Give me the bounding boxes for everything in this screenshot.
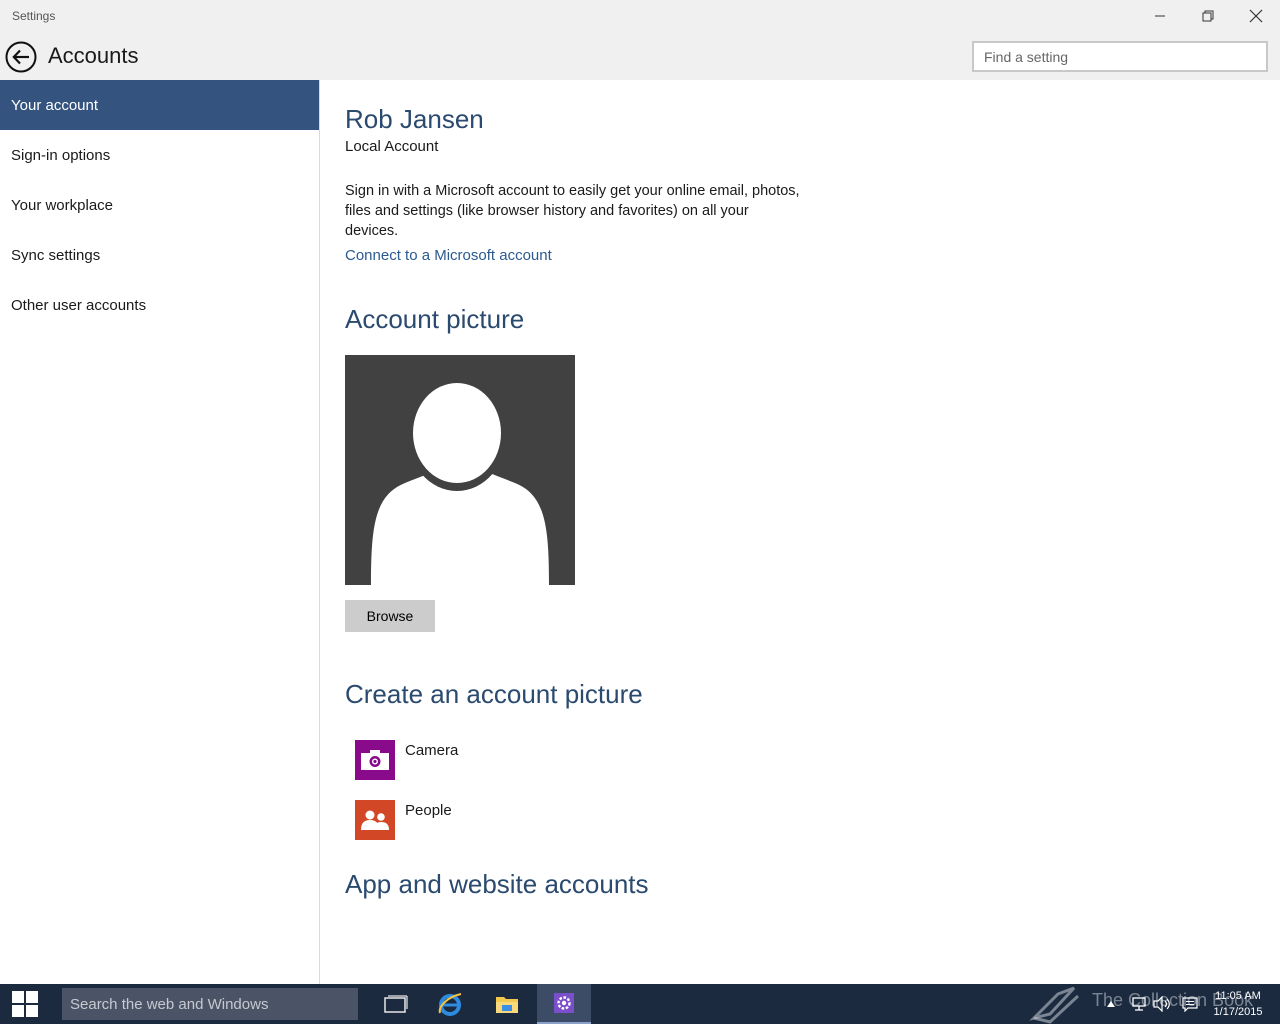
settings-gear-icon [554, 993, 574, 1013]
create-picture-heading: Create an account picture [345, 679, 643, 709]
sidebar-item-your-workplace[interactable]: Your workplace [0, 180, 319, 230]
people-option[interactable]: People [355, 800, 452, 840]
clock-time: 11:05 AM [1215, 990, 1261, 1002]
window-title: Settings [12, 9, 56, 23]
internet-explorer-icon [438, 993, 462, 1016]
back-arrow-icon [5, 41, 37, 73]
people-label: People [405, 802, 452, 819]
close-icon [1249, 9, 1263, 23]
page-title: Accounts [48, 43, 139, 68]
people-tile [355, 800, 395, 840]
file-explorer-button[interactable] [480, 984, 534, 1024]
user-name: Rob Jansen [345, 104, 484, 134]
restore-icon [1202, 10, 1214, 22]
title-bar: Settings [0, 0, 1280, 32]
minimize-button[interactable] [1137, 0, 1183, 32]
sidebar-item-sync-settings[interactable]: Sync settings [0, 230, 319, 280]
taskbar: The Collection Book 11:05 AM 1/17/2015 [0, 984, 1280, 1024]
account-picture-heading: Account picture [345, 304, 525, 334]
clock-date: 1/17/2015 [1213, 1006, 1263, 1018]
sidebar-item-label: Sign-in options [11, 146, 111, 164]
user-silhouette-icon [371, 375, 549, 585]
back-button[interactable] [5, 41, 37, 73]
find-setting-box[interactable] [972, 41, 1268, 72]
sidebar-item-label: Other user accounts [11, 296, 147, 314]
sidebar-item-label: Sync settings [11, 246, 101, 264]
minimize-icon [1155, 15, 1165, 17]
taskbar-search-input[interactable] [62, 988, 358, 1020]
chevron-up-icon [1107, 1001, 1115, 1007]
sidebar-item-your-account[interactable]: Your account [0, 80, 319, 130]
sidebar-item-label: Your account [11, 96, 99, 114]
camera-tile [355, 740, 395, 780]
page-header: Accounts [0, 32, 1280, 80]
sidebar-item-other-user-accounts[interactable]: Other user accounts [0, 280, 319, 330]
task-view-icon [384, 995, 408, 1013]
watermark-book-icon [1028, 984, 1084, 1024]
show-hidden-icons-button[interactable] [1102, 995, 1120, 1013]
settings-app-button[interactable] [537, 984, 591, 1024]
account-type: Local Account [345, 138, 439, 155]
windows-logo-icon [12, 991, 38, 1017]
sidebar-item-label: Your workplace [11, 196, 114, 214]
system-clock[interactable]: 11:05 AM 1/17/2015 [1208, 988, 1268, 1020]
sidebar-item-sign-in-options[interactable]: Sign-in options [0, 130, 319, 180]
camera-icon [361, 750, 389, 770]
camera-option[interactable]: Camera [355, 740, 458, 780]
camera-label: Camera [405, 742, 459, 759]
sidebar: Your account Sign-in options Your workpl… [0, 80, 320, 984]
task-view-button[interactable] [369, 984, 423, 1024]
message-icon [1182, 997, 1198, 1012]
start-button[interactable] [0, 984, 50, 1024]
find-setting-input[interactable] [974, 43, 1266, 70]
network-button[interactable] [1130, 995, 1148, 1013]
browse-button[interactable]: Browse [345, 600, 435, 632]
connect-microsoft-account-link[interactable]: Connect to a Microsoft account [345, 247, 552, 264]
network-icon [1132, 997, 1146, 1011]
account-picture [345, 355, 575, 585]
folder-icon [496, 997, 518, 1013]
action-center-button[interactable] [1181, 995, 1199, 1013]
internet-explorer-button[interactable] [423, 984, 477, 1024]
volume-button[interactable] [1153, 995, 1171, 1013]
account-description: Sign in with a Microsoft account to easi… [345, 183, 800, 239]
people-icon [361, 810, 389, 830]
close-button[interactable] [1233, 0, 1279, 32]
app-website-accounts-heading: App and website accounts [345, 869, 649, 899]
taskbar-search-box[interactable] [62, 988, 358, 1020]
speaker-icon [1153, 996, 1170, 1012]
restore-button[interactable] [1185, 0, 1231, 32]
main-content: Rob Jansen Local Account Sign in with a … [345, 80, 1265, 984]
